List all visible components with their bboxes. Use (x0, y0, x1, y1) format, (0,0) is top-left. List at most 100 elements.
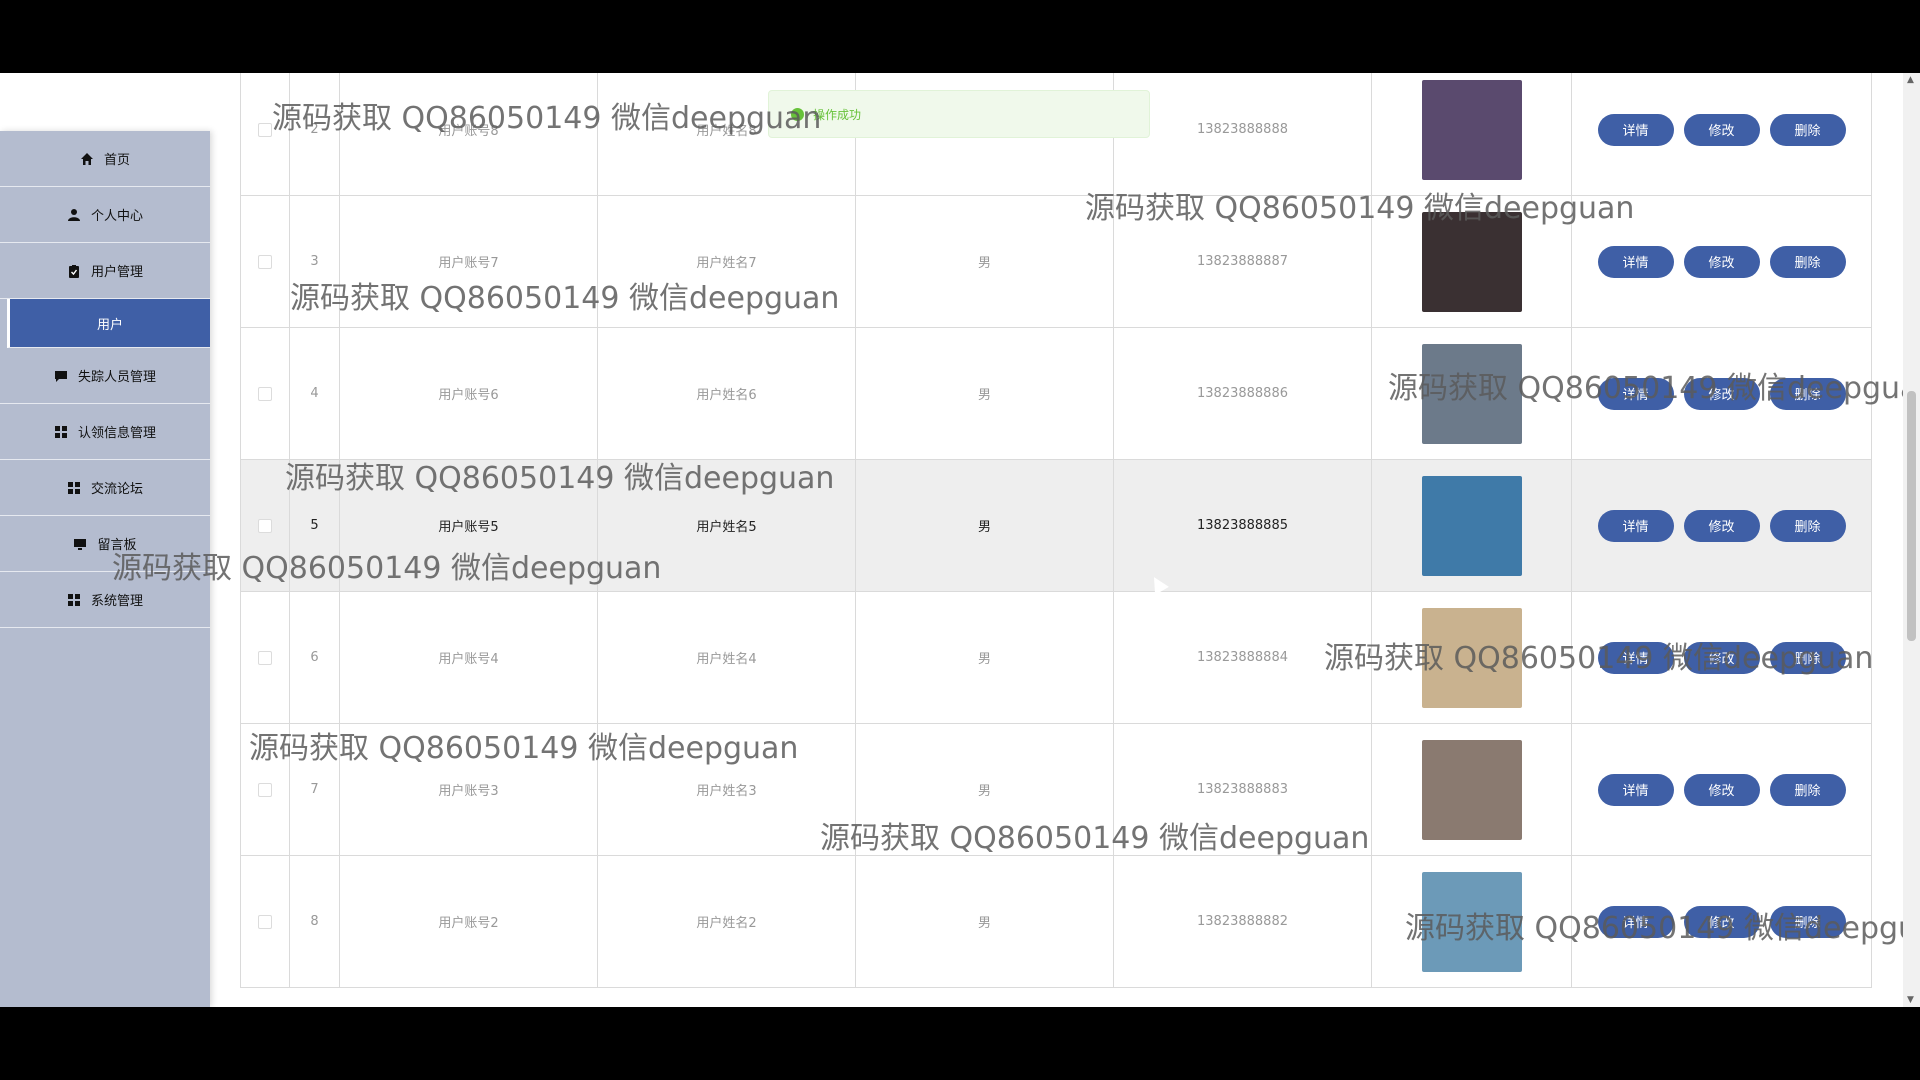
row-checkbox[interactable] (258, 518, 272, 533)
sidebar-item-claim-info[interactable]: 认领信息管理 (0, 404, 210, 460)
sidebar-item-label: 交流论坛 (90, 482, 143, 497)
row-index: 6 (290, 592, 340, 723)
table-row[interactable]: 3 用户账号7 用户姓名7 男 13823888887 详情 修改 删除 (240, 196, 1872, 328)
delete-button[interactable]: 删除 (1769, 509, 1846, 542)
delete-button[interactable]: 删除 (1769, 773, 1846, 806)
user-photo[interactable] (1421, 475, 1522, 576)
detail-button[interactable]: 详情 (1597, 113, 1674, 146)
row-index: 4 (290, 328, 340, 459)
sidebar-item-label: 留言板 (97, 538, 137, 553)
toast-message: 操作成功 (813, 107, 862, 122)
photo-cell (1372, 592, 1572, 723)
table-row[interactable]: 7 用户账号3 用户姓名3 男 13823888883 详情 修改 删除 (240, 724, 1872, 856)
detail-button[interactable]: 详情 (1597, 905, 1674, 938)
table-row[interactable]: 5 用户账号5 用户姓名5 男 13823888885 详情 修改 删除 (240, 460, 1872, 592)
user-sex: 男 (856, 196, 1114, 327)
sidebar-item-home[interactable]: 首页 (0, 131, 210, 187)
user-account: 用户账号3 (340, 724, 598, 855)
user-sex: 男 (856, 724, 1114, 855)
user-phone: 13823888884 (1114, 592, 1372, 723)
clipboard-icon (67, 264, 81, 278)
user-sex: 男 (856, 328, 1114, 459)
edit-button[interactable]: 修改 (1683, 509, 1760, 542)
row-checkbox-cell (240, 73, 290, 195)
actions-cell: 详情 修改 删除 (1572, 724, 1872, 855)
user-phone: 13823888887 (1114, 196, 1372, 327)
sidebar-item-user-management[interactable]: 用户管理 (0, 243, 210, 299)
row-index: 8 (290, 856, 340, 987)
grid-icon (67, 481, 81, 495)
table-row[interactable]: 4 用户账号6 用户姓名6 男 13823888886 详情 修改 删除 (240, 328, 1872, 460)
row-checkbox[interactable] (258, 386, 272, 401)
row-checkbox-cell (240, 592, 290, 723)
actions-cell: 详情 修改 删除 (1572, 328, 1872, 459)
edit-button[interactable]: 修改 (1683, 377, 1760, 410)
sidebar-subitem-user[interactable]: 用户 (7, 299, 210, 348)
user-photo[interactable] (1421, 343, 1522, 444)
sidebar-item-profile[interactable]: 个人中心 (0, 187, 210, 243)
user-sex: 男 (856, 856, 1114, 987)
user-account: 用户账号7 (340, 196, 598, 327)
table-row[interactable]: 6 用户账号4 用户姓名4 男 13823888884 详情 修改 删除 (240, 592, 1872, 724)
sidebar-item-message-board[interactable]: 留言板 (0, 516, 210, 572)
user-phone: 13823888886 (1114, 328, 1372, 459)
row-checkbox-cell (240, 724, 290, 855)
user-account: 用户账号8 (340, 73, 598, 195)
chat-icon (54, 369, 68, 383)
detail-button[interactable]: 详情 (1597, 377, 1674, 410)
sidebar: 首页 个人中心 用户管理 用户 失踪人员管理 认领信息管理 交流论坛 留言板 系… (0, 131, 210, 1007)
vertical-scrollbar[interactable]: ▲ ▼ (1903, 73, 1920, 1007)
delete-button[interactable]: 删除 (1769, 905, 1846, 938)
sidebar-item-system[interactable]: 系统管理 (0, 572, 210, 628)
row-checkbox-cell (240, 856, 290, 987)
user-photo[interactable] (1421, 739, 1522, 840)
sidebar-item-label: 失踪人员管理 (77, 370, 156, 385)
user-phone: 13823888882 (1114, 856, 1372, 987)
scroll-thumb[interactable] (1907, 391, 1916, 641)
delete-button[interactable]: 删除 (1769, 377, 1846, 410)
user-name: 用户姓名3 (598, 724, 856, 855)
detail-button[interactable]: 详情 (1597, 509, 1674, 542)
detail-button[interactable]: 详情 (1597, 773, 1674, 806)
sidebar-item-label: 个人中心 (90, 209, 143, 224)
delete-button[interactable]: 删除 (1769, 113, 1846, 146)
row-checkbox[interactable] (258, 650, 272, 665)
user-photo[interactable] (1421, 211, 1522, 312)
detail-button[interactable]: 详情 (1597, 641, 1674, 674)
user-photo[interactable] (1421, 79, 1522, 180)
edit-button[interactable]: 修改 (1683, 641, 1760, 674)
sidebar-item-label: 用户管理 (90, 265, 143, 280)
user-account: 用户账号5 (340, 460, 598, 591)
user-account: 用户账号4 (340, 592, 598, 723)
detail-button[interactable]: 详情 (1597, 245, 1674, 278)
photo-cell (1372, 328, 1572, 459)
sidebar-item-forum[interactable]: 交流论坛 (0, 460, 210, 516)
sidebar-item-missing-persons[interactable]: 失踪人员管理 (0, 348, 210, 404)
user-phone: 13823888888 (1114, 73, 1372, 195)
edit-button[interactable]: 修改 (1683, 113, 1760, 146)
user-name: 用户姓名4 (598, 592, 856, 723)
edit-button[interactable]: 修改 (1683, 245, 1760, 278)
edit-button[interactable]: 修改 (1683, 773, 1760, 806)
scroll-down-icon[interactable]: ▼ (1907, 995, 1914, 1005)
user-photo[interactable] (1421, 871, 1522, 972)
row-checkbox[interactable] (258, 254, 272, 269)
sidebar-item-label: 用户 (96, 317, 123, 333)
row-checkbox-cell (240, 328, 290, 459)
row-checkbox[interactable] (258, 782, 272, 797)
row-checkbox-cell (240, 196, 290, 327)
scroll-up-icon[interactable]: ▲ (1907, 75, 1914, 85)
actions-cell: 详情 修改 删除 (1572, 592, 1872, 723)
user-sex: 男 (856, 592, 1114, 723)
grid-icon (54, 425, 68, 439)
photo-cell (1372, 196, 1572, 327)
row-checkbox[interactable] (258, 914, 272, 929)
table-row[interactable]: 8 用户账号2 用户姓名2 男 13823888882 详情 修改 删除 (240, 856, 1872, 988)
delete-button[interactable]: 删除 (1769, 245, 1846, 278)
row-checkbox[interactable] (258, 122, 272, 137)
row-index: 3 (290, 196, 340, 327)
actions-cell: 详情 修改 删除 (1572, 856, 1872, 987)
delete-button[interactable]: 删除 (1769, 641, 1846, 674)
edit-button[interactable]: 修改 (1683, 905, 1760, 938)
user-photo[interactable] (1421, 607, 1522, 708)
